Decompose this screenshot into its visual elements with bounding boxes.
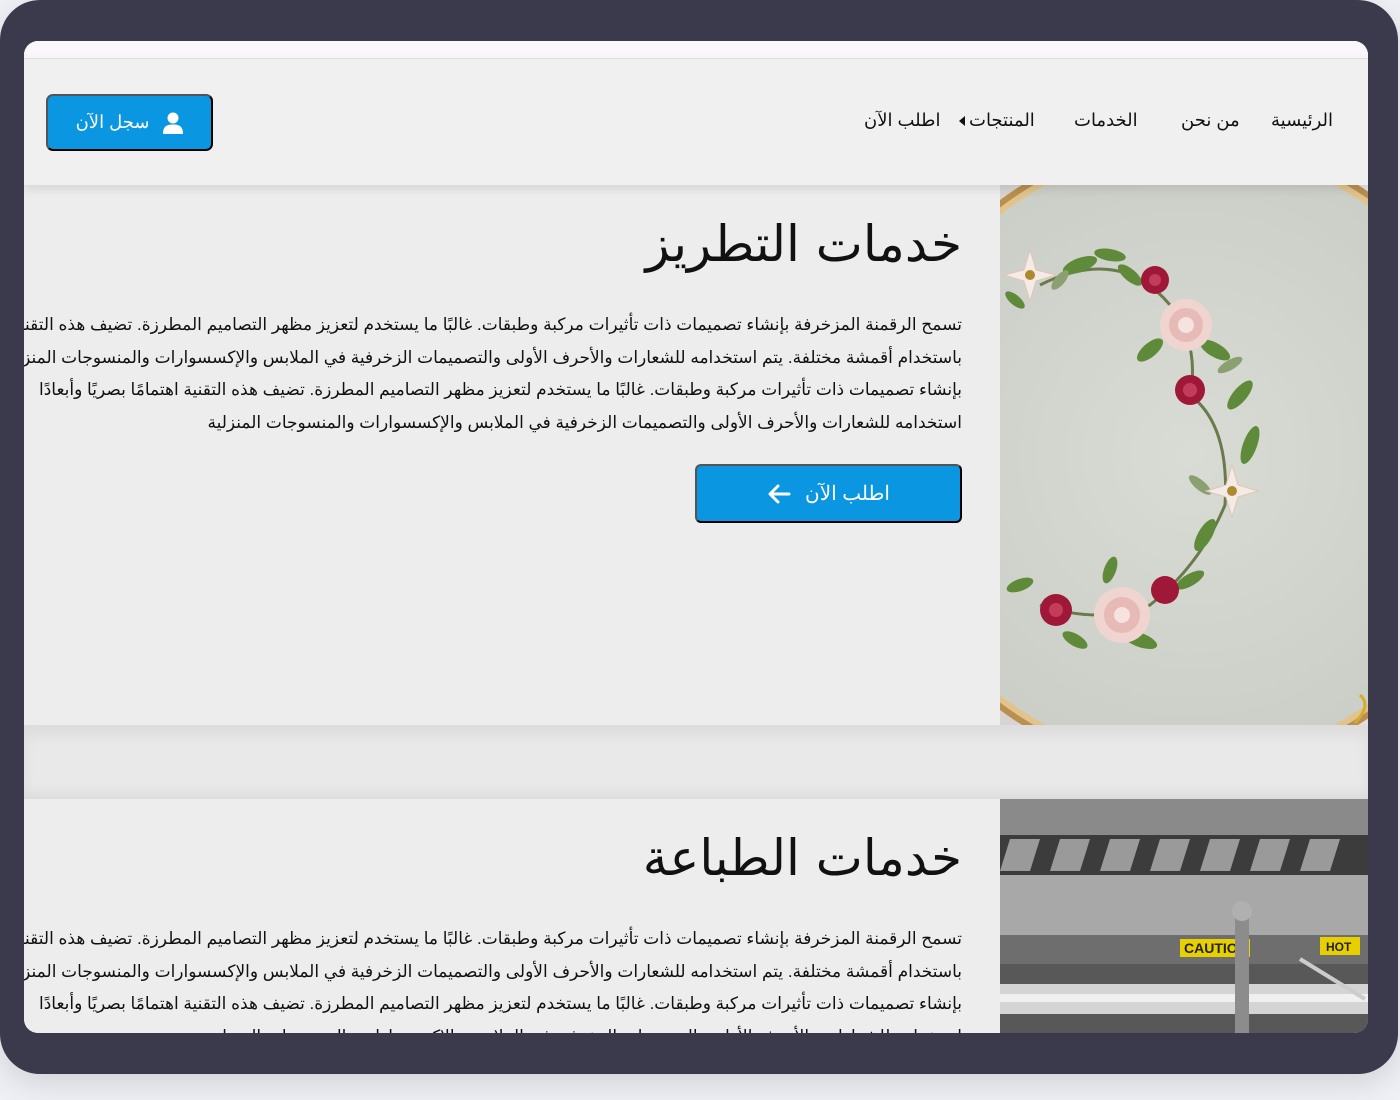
top-strip [24,41,1368,59]
section-divider [24,725,1368,799]
hot-label: HOT [1326,940,1352,954]
nav-services[interactable]: الخدمات [1074,110,1138,131]
printing-section: CAUTION HOT خدمات الطباعة تسمح الرقمنة ا… [24,799,1368,1033]
caret-left-icon [959,115,965,126]
register-label: سجل الآن [75,112,150,132]
printing-description: تسمح الرقمنة المزخرفة بإنشاء تصميمات ذات… [24,923,962,1033]
arrow-left-icon [768,484,791,503]
description-line: باستخدام أقمشة مختلفة. يتم استخدامه للشع… [24,347,962,367]
description-line: باستخدام أقمشة مختلفة. يتم استخدامه للشع… [24,961,962,981]
nav-products-label: المنتجات [969,110,1035,130]
browser-viewport: الرئيسية من نحن الخدمات المنتجات اطلب ال… [24,41,1368,1033]
printing-machine-image: CAUTION HOT [1000,799,1368,1033]
order-now-button[interactable]: اطلب الآن [695,464,962,523]
order-now-label: اطلب الآن [805,483,890,505]
user-icon [163,112,184,134]
nav-order-now[interactable]: اطلب الآن [864,110,940,131]
embroidery-description: تسمح الرقمنة المزخرفة بإنشاء تصميمات ذات… [24,309,962,439]
description-line: تسمح الرقمنة المزخرفة بإنشاء تصميمات ذات… [24,929,962,948]
description-line: تسمح الرقمنة المزخرفة بإنشاء تصميمات ذات… [24,315,962,334]
description-line: استخدامه للشعارات والأحرف الأولى والتصمي… [24,1021,962,1034]
embroidery-hoop-image [1000,185,1368,725]
navbar: الرئيسية من نحن الخدمات المنتجات اطلب ال… [24,59,1368,185]
embroidery-title: خدمات التطريز [645,215,962,273]
embroidery-section: خدمات التطريز تسمح الرقمنة المزخرفة بإنش… [24,185,1368,725]
printing-title: خدمات الطباعة [642,829,962,887]
description-line: بإنشاء تصميمات ذات تأثيرات مركبة وطبقات.… [39,994,962,1013]
description-line: استخدامه للشعارات والأحرف الأولى والتصمي… [207,412,962,432]
nav-about[interactable]: من نحن [1181,110,1240,131]
description-line: بإنشاء تصميمات ذات تأثيرات مركبة وطبقات.… [39,380,962,399]
register-button[interactable]: سجل الآن [46,94,213,151]
nav-home[interactable]: الرئيسية [1271,110,1333,131]
nav-products[interactable]: المنتجات [959,110,1035,131]
device-frame: الرئيسية من نحن الخدمات المنتجات اطلب ال… [0,0,1398,1074]
